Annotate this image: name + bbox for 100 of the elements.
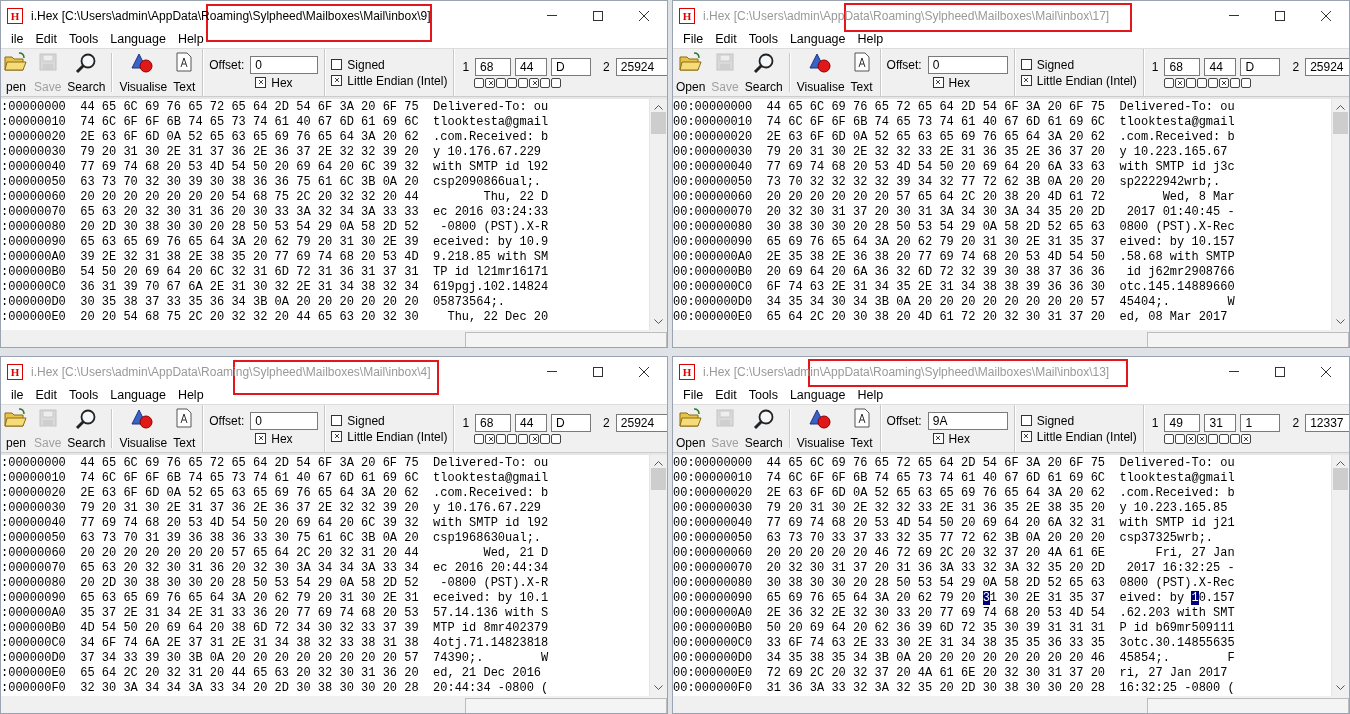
checkbox[interactable] — [331, 59, 343, 70]
bit-checkbox[interactable] — [1240, 77, 1251, 88]
bit-checkbox[interactable] — [518, 433, 529, 444]
bit-checkbox[interactable] — [1163, 433, 1174, 444]
vertical-scrollbar[interactable] — [649, 455, 667, 696]
checkbox[interactable] — [331, 415, 343, 426]
menu-item[interactable]: File — [677, 32, 710, 46]
vertical-scrollbar[interactable] — [1331, 455, 1349, 696]
menu-item[interactable]: Edit — [709, 388, 743, 402]
bit-checkbox[interactable] — [1163, 77, 1174, 88]
bit-checkbox[interactable] — [485, 77, 496, 88]
toolbar-button[interactable]: Search — [64, 49, 109, 96]
checkbox[interactable] — [1020, 431, 1032, 442]
scrollbar-thumb[interactable] — [651, 112, 666, 134]
toolbar-button[interactable]: Text — [170, 405, 199, 452]
bit-checkbox[interactable] — [529, 77, 540, 88]
toolbar-button[interactable]: Text — [170, 49, 199, 96]
menu-item[interactable]: Language — [104, 32, 172, 46]
menu-item[interactable]: ile — [5, 388, 30, 402]
menu-item[interactable]: File — [677, 388, 710, 402]
value-field[interactable]: 44 — [1204, 57, 1237, 76]
vertical-scrollbar[interactable] — [1331, 99, 1349, 330]
bit-checkbox[interactable] — [474, 77, 485, 88]
offset-field[interactable]: 9A — [927, 411, 1008, 430]
toolbar-button[interactable]: pen — [1, 49, 31, 96]
value-field[interactable]: 31 — [1204, 413, 1237, 432]
toolbar-button[interactable]: Search — [64, 405, 109, 452]
bit-checkbox[interactable] — [1229, 77, 1240, 88]
value-field[interactable]: 44 — [515, 57, 548, 76]
offset-field[interactable]: 0 — [250, 55, 319, 74]
bit-checkbox[interactable] — [496, 77, 507, 88]
bit-checkbox[interactable] — [1185, 433, 1196, 444]
bit-checkbox[interactable] — [507, 77, 518, 88]
scroll-down-icon[interactable] — [1336, 685, 1345, 691]
scroll-up-icon[interactable] — [1336, 460, 1345, 466]
toolbar-button[interactable]: Open — [673, 405, 709, 452]
bit-checkbox[interactable] — [496, 433, 507, 444]
bit-checkbox[interactable] — [1196, 77, 1207, 88]
bit-checkbox[interactable] — [1207, 433, 1218, 444]
vertical-scrollbar[interactable] — [649, 99, 667, 330]
offset-field[interactable]: 0 — [250, 411, 319, 430]
toolbar-button[interactable]: Visualise — [116, 405, 171, 452]
bit-checkbox[interactable] — [474, 433, 485, 444]
toolbar-button[interactable]: Visualise — [793, 405, 848, 452]
bit-checkbox[interactable] — [485, 433, 496, 444]
bit-checkbox[interactable] — [1185, 77, 1196, 88]
toolbar-button[interactable]: Search — [741, 49, 786, 96]
checkbox[interactable] — [1020, 59, 1032, 70]
value-field[interactable]: 68 — [475, 57, 512, 76]
bit-checkbox[interactable] — [551, 77, 562, 88]
value-field[interactable]: D — [551, 57, 592, 76]
menu-item[interactable]: Tools — [63, 32, 105, 46]
scrollbar-thumb[interactable] — [651, 468, 666, 490]
bit-checkbox[interactable] — [1240, 433, 1251, 444]
toolbar-button[interactable]: Open — [673, 49, 709, 96]
menu-item[interactable]: Help — [851, 388, 890, 402]
scrollbar-thumb[interactable] — [1333, 112, 1348, 134]
toolbar-button[interactable]: Text — [847, 405, 876, 452]
menu-item[interactable]: ile — [5, 32, 30, 46]
bit-checkbox[interactable] — [1174, 77, 1185, 88]
menu-item[interactable]: Edit — [29, 32, 64, 46]
scroll-down-icon[interactable] — [654, 319, 663, 325]
checkbox[interactable] — [255, 77, 267, 88]
menu-item[interactable]: Tools — [63, 388, 105, 402]
bit-checkbox[interactable] — [540, 433, 551, 444]
value-field[interactable]: 1 — [1240, 413, 1281, 432]
value-field[interactable]: 25924 — [615, 413, 667, 432]
bit-checkbox[interactable] — [507, 433, 518, 444]
bit-checkbox[interactable] — [1229, 433, 1240, 444]
value-field[interactable]: 49 — [1164, 413, 1201, 432]
menu-item[interactable]: Tools — [742, 32, 784, 46]
checkbox[interactable] — [1020, 75, 1032, 86]
menu-item[interactable]: Language — [783, 388, 852, 402]
offset-field[interactable]: 0 — [927, 55, 1008, 74]
bit-checkbox[interactable] — [551, 433, 562, 444]
scroll-up-icon[interactable] — [1336, 104, 1345, 110]
scrollbar-thumb[interactable] — [1333, 468, 1348, 490]
value-field[interactable]: 68 — [475, 413, 512, 432]
bit-checkbox[interactable] — [1174, 433, 1185, 444]
scroll-up-icon[interactable] — [654, 104, 663, 110]
menu-item[interactable]: Language — [104, 388, 172, 402]
scroll-down-icon[interactable] — [1336, 319, 1345, 325]
bit-checkbox[interactable] — [540, 77, 551, 88]
bit-checkbox[interactable] — [1196, 433, 1207, 444]
value-field[interactable]: 68 — [1164, 57, 1201, 76]
menu-item[interactable]: Language — [783, 32, 852, 46]
value-field[interactable]: 12337 — [1305, 413, 1349, 432]
menu-item[interactable]: Help — [171, 32, 210, 46]
checkbox[interactable] — [331, 75, 343, 86]
menu-item[interactable]: Edit — [29, 388, 64, 402]
value-field[interactable]: 25924 — [615, 57, 667, 76]
checkbox[interactable] — [932, 433, 944, 444]
toolbar-button[interactable]: Text — [847, 49, 876, 96]
bit-checkbox[interactable] — [1218, 433, 1229, 444]
bit-checkbox[interactable] — [529, 433, 540, 444]
toolbar-button[interactable]: Visualise — [116, 49, 171, 96]
checkbox[interactable] — [1020, 415, 1032, 426]
checkbox[interactable] — [255, 433, 267, 444]
menu-item[interactable]: Edit — [709, 32, 743, 46]
value-field[interactable]: D — [1240, 57, 1281, 76]
